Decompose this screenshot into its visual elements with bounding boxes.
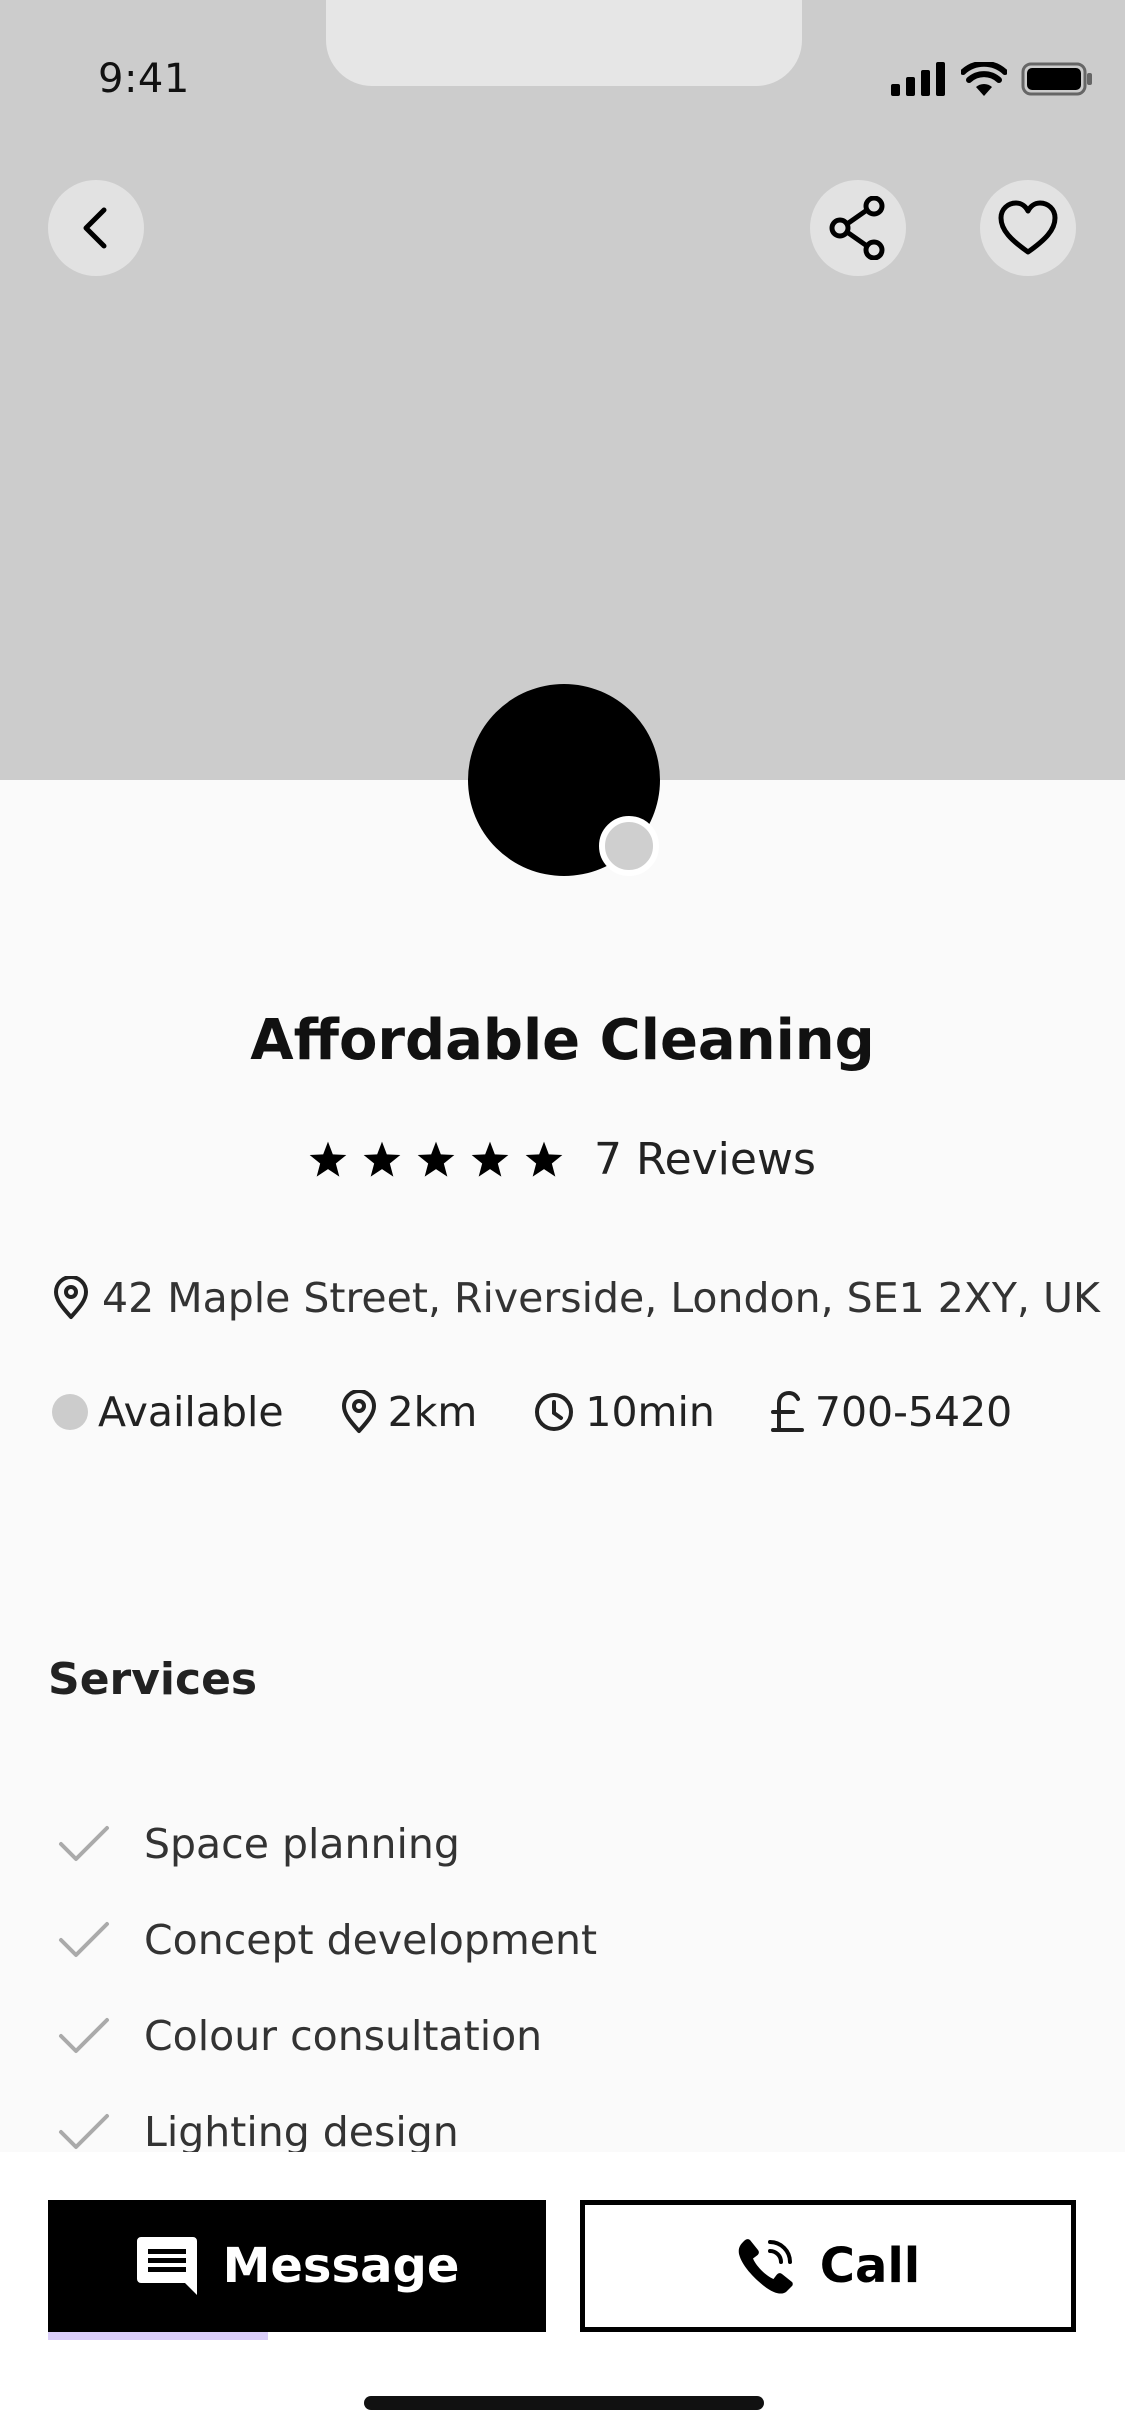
battery-icon xyxy=(1021,62,1092,96)
star-icon xyxy=(363,1141,401,1177)
clock-icon xyxy=(535,1393,574,1431)
pound-icon xyxy=(770,1390,804,1432)
call-label: Call xyxy=(819,2238,921,2294)
chevron-left-icon xyxy=(83,207,107,249)
status-icons xyxy=(891,62,1093,96)
time-item: 10min xyxy=(533,1388,715,1436)
location-pin-icon xyxy=(54,1276,88,1319)
star-rating xyxy=(308,1140,564,1180)
availability-dot xyxy=(52,1394,88,1430)
heart-icon xyxy=(998,200,1058,255)
favorite-button[interactable] xyxy=(980,180,1076,276)
service-label: Lighting design xyxy=(144,2108,459,2156)
share-icon xyxy=(829,196,885,260)
star-icon xyxy=(417,1141,455,1177)
phone-call-icon xyxy=(738,2239,793,2294)
availability-text: Available xyxy=(98,1388,284,1436)
distance-item: 2km xyxy=(340,1388,478,1436)
star-icon xyxy=(525,1141,563,1177)
list-item: Concept development xyxy=(58,1892,597,1988)
signal-icon xyxy=(891,62,945,96)
message-icon xyxy=(136,2237,197,2295)
service-label: Concept development xyxy=(144,1916,598,1964)
status-time: 9:41 xyxy=(98,56,190,102)
services-heading: Services xyxy=(48,1654,258,1705)
address-row: 42 Maple Street, Riverside, London, SE1 … xyxy=(52,1274,1100,1322)
call-button[interactable]: Call xyxy=(580,2200,1076,2332)
share-button[interactable] xyxy=(810,180,906,276)
cover-image xyxy=(0,0,1125,780)
check-icon xyxy=(59,2114,109,2149)
location-pin-icon xyxy=(341,1390,376,1433)
list-item: Space planning xyxy=(58,1796,597,1892)
star-icon xyxy=(471,1141,509,1177)
distance-text: 2km xyxy=(387,1388,478,1436)
address-text: 42 Maple Street, Riverside, London, SE1 … xyxy=(102,1274,1100,1322)
check-icon xyxy=(59,2018,109,2053)
scroll-peek-content xyxy=(48,2332,268,2340)
home-indicator[interactable] xyxy=(364,2396,764,2410)
rating-row[interactable]: 7 Reviews xyxy=(308,1134,816,1185)
back-button[interactable] xyxy=(48,180,144,276)
service-label: Space planning xyxy=(144,1820,460,1868)
wifi-icon xyxy=(961,62,1007,96)
device-notch xyxy=(326,0,802,86)
star-icon xyxy=(309,1141,347,1177)
message-label: Message xyxy=(222,2238,460,2294)
services-list: Space planning Concept development Colou… xyxy=(58,1796,597,2180)
availability-item: Available xyxy=(52,1388,284,1436)
business-name: Affordable Cleaning xyxy=(250,1008,875,1073)
reviews-link[interactable]: 7 Reviews xyxy=(594,1134,816,1185)
phone-text: 700-5420 xyxy=(814,1388,1013,1436)
price-item: 700-5420 xyxy=(770,1388,1013,1436)
check-icon xyxy=(59,1826,109,1861)
service-label: Colour consultation xyxy=(144,2012,543,2060)
availability-status-dot xyxy=(599,816,659,876)
info-row: Available 2km 10min 700-5420 xyxy=(52,1388,1068,1436)
list-item: Colour consultation xyxy=(58,1988,597,2084)
check-icon xyxy=(59,1922,109,1957)
message-button[interactable]: Message xyxy=(48,2200,546,2332)
time-text: 10min xyxy=(585,1388,715,1436)
